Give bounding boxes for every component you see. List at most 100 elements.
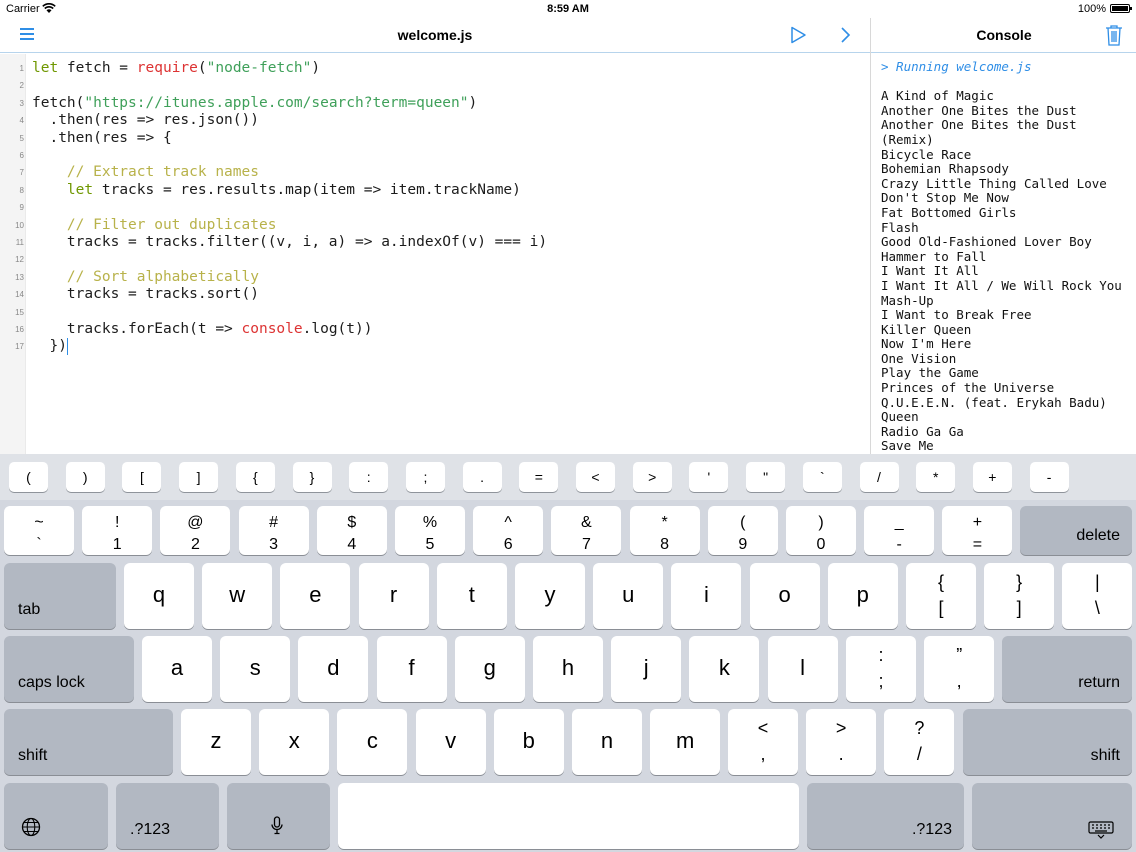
key--[interactable]: _ - [864, 506, 935, 555]
accessory-key[interactable]: ; [405, 462, 445, 492]
console-line: Fat Bottomed Girls [881, 204, 1017, 220]
key-h[interactable]: h [533, 636, 603, 702]
console-running-line: > Running welcome.js [881, 59, 1032, 74]
globe-key[interactable] [4, 783, 108, 849]
key-sym[interactable]: }] [984, 563, 1055, 629]
key-`[interactable]: ~ ` [4, 506, 74, 555]
key-p[interactable]: p [827, 563, 898, 629]
key-2[interactable]: @2 [160, 506, 231, 555]
key-8[interactable]: * 8 [629, 506, 700, 555]
key-m[interactable]: m [650, 709, 721, 775]
accessory-key[interactable]: - [1029, 462, 1069, 492]
accessory-key[interactable]: . [462, 462, 502, 492]
key-o[interactable]: o [749, 563, 820, 629]
code-editor[interactable]: 1 let fetch = require("node-fetch") 2 3 fetc… [0, 54, 870, 454]
key-g[interactable]: g [454, 636, 525, 702]
key-6[interactable]: ^ 6 [473, 506, 544, 555]
code-line: 7 // Extract track names [0, 164, 870, 181]
run-icon[interactable] [789, 26, 807, 44]
key-sym[interactable]: {[ [906, 563, 976, 629]
space-bar[interactable] [338, 783, 799, 849]
key-sym[interactable]: :; [846, 636, 916, 702]
key-b[interactable]: b [493, 709, 564, 775]
key-j[interactable]: j [611, 636, 682, 702]
key-s[interactable]: s [220, 636, 291, 702]
accessory-key[interactable]: ( [9, 462, 48, 492]
accessory-key[interactable]: / [859, 462, 899, 492]
key-f[interactable]: f [376, 636, 447, 702]
dismiss-keyboard-key[interactable] [972, 783, 1132, 849]
accessory-key[interactable]: } [292, 462, 332, 492]
accessory-key[interactable]: [ [122, 462, 162, 492]
console-line: Hammer to Fall [881, 248, 987, 264]
key-label: return [1078, 674, 1120, 691]
dictation-key[interactable] [227, 783, 330, 849]
return-key[interactable]: return [1002, 636, 1132, 702]
key-x[interactable]: x [259, 709, 330, 775]
accessory-key[interactable]: ) [65, 462, 105, 492]
key-4[interactable]: $4 [316, 506, 387, 555]
shift-left-key[interactable]: shift [4, 709, 173, 775]
accessory-key[interactable]: " [746, 462, 786, 492]
accessory-key[interactable]: = [519, 462, 559, 492]
key-sym[interactable]: ”, [924, 636, 995, 702]
numbers-left-key[interactable]: .?123 [116, 783, 219, 849]
key-e[interactable]: e [280, 563, 351, 629]
key-sym[interactable]: <, [728, 709, 798, 775]
key-1[interactable]: ! 1 [82, 506, 153, 555]
key-shift-glyph: @ [187, 514, 204, 531]
key-sym[interactable]: ? / [884, 709, 955, 775]
key-label: tab [18, 601, 41, 618]
console-title: Console [976, 27, 1032, 43]
key-9[interactable]: (9 [707, 506, 778, 555]
accessory-key[interactable]: + [972, 462, 1012, 492]
key-7[interactable]: & 7 [551, 506, 622, 555]
key-k[interactable]: k [689, 636, 760, 702]
key-n[interactable]: n [572, 709, 642, 775]
delete-key[interactable]: delete [1020, 506, 1132, 555]
key-c[interactable]: c [337, 709, 408, 775]
editor-title: welcome.js [397, 27, 473, 43]
key-i[interactable]: i [671, 563, 742, 629]
accessory-key[interactable]: > [632, 462, 672, 492]
chevron-right-icon[interactable] [838, 26, 852, 44]
key-r[interactable]: r [358, 563, 429, 629]
key-v[interactable]: v [415, 709, 486, 775]
key-l[interactable]: l [767, 636, 838, 702]
trash-icon[interactable] [1105, 24, 1123, 46]
key-q[interactable]: q [124, 563, 194, 629]
key-3[interactable]: #3 [238, 506, 309, 555]
console-line: Another One Bites the Dust [881, 117, 1077, 133]
accessory-key[interactable]: ] [179, 462, 219, 492]
shift-right-key[interactable]: shift [963, 709, 1132, 775]
key-shift-glyph: ? [914, 718, 925, 738]
key-t[interactable]: t [436, 563, 507, 629]
line-number: 2 [19, 81, 24, 91]
line-number: 10 [15, 220, 24, 230]
accessory-key[interactable]: : [349, 462, 389, 492]
tab-key[interactable]: tab [4, 563, 116, 629]
accessory-key[interactable]: ` [802, 462, 842, 492]
key-5[interactable]: % 5 [395, 506, 465, 555]
key-d[interactable]: d [298, 636, 369, 702]
key-0[interactable]: ) 0 [786, 506, 856, 555]
key-y[interactable]: y [515, 563, 585, 629]
key-w[interactable]: w [202, 563, 273, 629]
key-sym[interactable]: >. [806, 709, 877, 775]
key-z[interactable]: z [181, 709, 251, 775]
accessory-key[interactable]: * [916, 462, 956, 492]
caps-lock-key[interactable]: caps lock [4, 636, 134, 702]
key-u[interactable]: u [593, 563, 664, 629]
accessory-key[interactable]: < [576, 462, 615, 492]
key-a[interactable]: a [142, 636, 212, 702]
key-sym[interactable]: | \ [1062, 563, 1133, 629]
key-=[interactable]: + = [942, 506, 1013, 555]
code-line: 14 tracks = tracks.sort() [0, 286, 870, 303]
accessory-key[interactable]: { [235, 462, 275, 492]
key-glyph: 9 [738, 536, 748, 553]
code-token: tracks = tracks.sort() [32, 286, 259, 303]
numbers-right-key[interactable]: .?123 [807, 783, 964, 849]
accessory-key[interactable]: ' [689, 462, 729, 492]
console-line: Princes of the Universe [881, 380, 1055, 396]
